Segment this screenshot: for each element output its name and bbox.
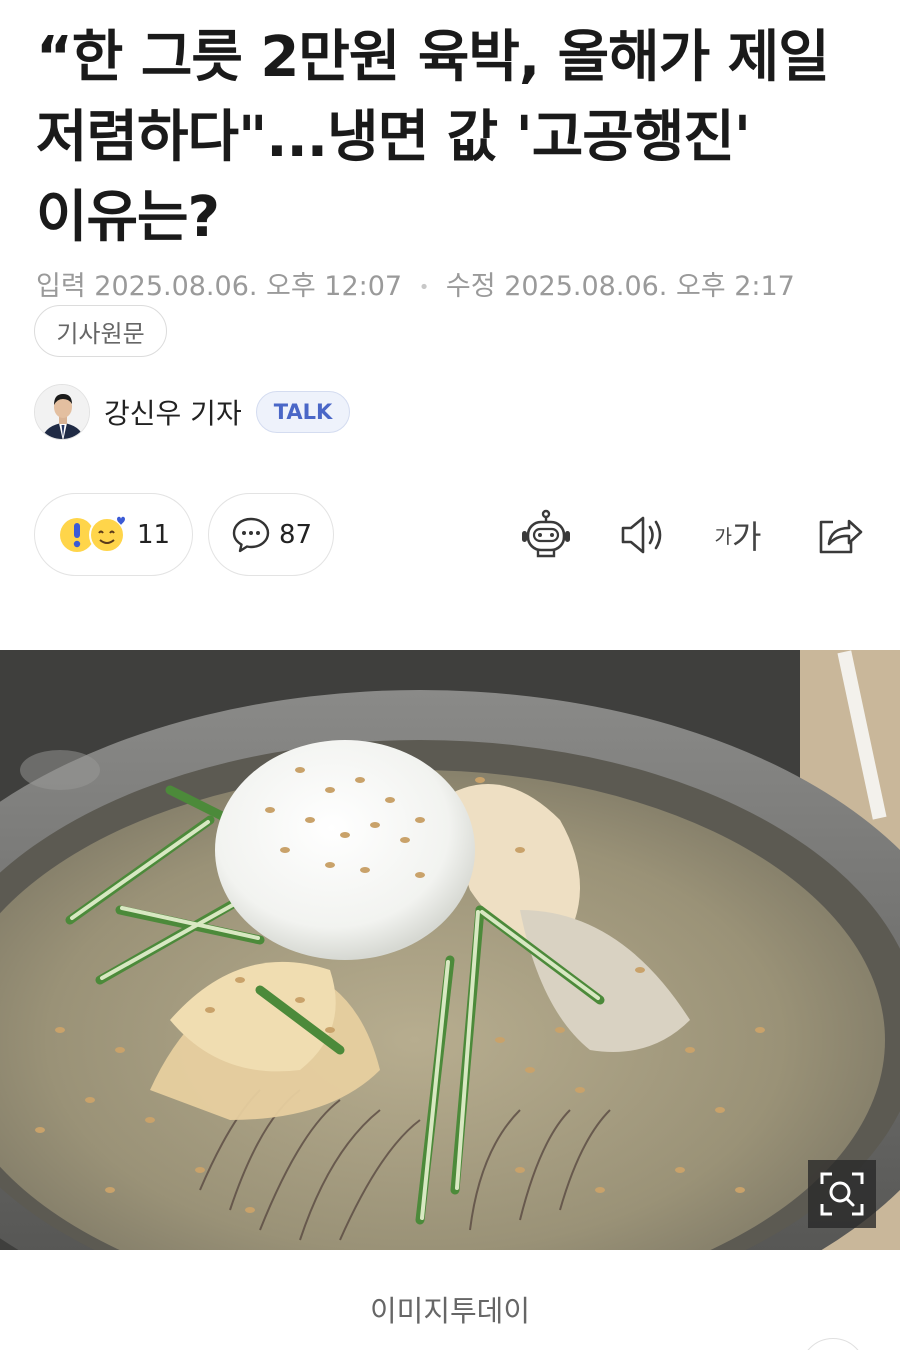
ai-robot-icon[interactable] (516, 505, 576, 565)
font-size-small: 가 (714, 525, 733, 548)
article-headline: “한 그릇 2만원 육박, 올해가 제일 저렴하다"...냉면 값 '고공행진'… (36, 25, 830, 250)
comment-count: 87 (279, 519, 313, 550)
input-label: 입력 (36, 271, 86, 302)
date-separator: • (418, 277, 430, 298)
share-icon[interactable] (808, 505, 868, 565)
comment-icon (231, 515, 271, 555)
original-article-button[interactable]: 기사원문 (34, 305, 167, 357)
font-size-icon[interactable]: 가 가 (706, 505, 770, 565)
article-photo[interactable] (0, 650, 900, 1250)
comment-button[interactable]: 87 (208, 493, 334, 576)
author-name[interactable]: 강신우 기자 (104, 392, 242, 432)
modified-label: 수정 (445, 271, 496, 302)
reaction-count: 11 (137, 519, 171, 550)
font-size-large: 가 (732, 518, 762, 556)
reaction-emoji-icons (57, 513, 129, 557)
photo-caption: 이미지투데이 (369, 1294, 531, 1328)
floating-button[interactable] (800, 1338, 866, 1350)
input-date: 2025.08.06. 오후 12:07 (94, 271, 403, 302)
author-avatar[interactable] (34, 384, 90, 440)
reaction-button[interactable]: 11 (34, 493, 193, 576)
talk-badge[interactable]: TALK (255, 391, 351, 433)
speaker-icon[interactable] (612, 505, 672, 565)
article-dates: 입력 2025.08.06. 오후 12:07 • 수정 2025.08.06.… (36, 264, 795, 303)
author-row: 강신우 기자 TALK (34, 384, 351, 440)
modified-date: 2025.08.06. 오후 2:17 (504, 271, 795, 302)
zoom-search-icon[interactable] (808, 1160, 876, 1228)
